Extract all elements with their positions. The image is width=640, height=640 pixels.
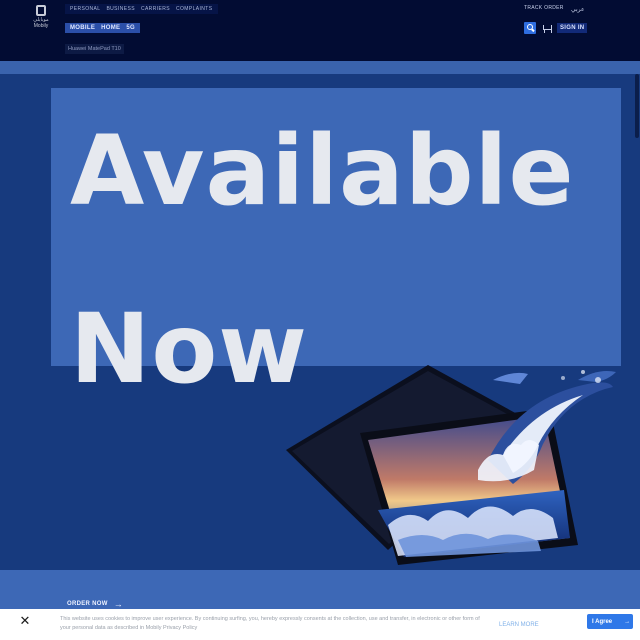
- language-switch[interactable]: عربي: [571, 6, 585, 13]
- arrow-right-icon: →: [113, 599, 124, 609]
- agree-button[interactable]: I Agree →: [587, 614, 633, 629]
- top-nav: PERSONAL BUSINESS CARRIERS COMPLAINTS: [65, 4, 218, 14]
- cart-icon[interactable]: [542, 24, 552, 32]
- order-now-label: ORDER NOW: [67, 601, 108, 607]
- cookie-message: This website uses cookies to improve use…: [60, 616, 480, 631]
- order-now-link[interactable]: ORDER NOW →: [67, 599, 123, 609]
- sub-nav-mobile[interactable]: MOBILE: [67, 23, 98, 33]
- sub-nav-5g[interactable]: 5G: [123, 23, 138, 33]
- learn-more-link[interactable]: LEARN MORE: [499, 622, 539, 628]
- sign-in-button[interactable]: SIGN IN: [557, 23, 588, 33]
- tablet-whale-image: [286, 365, 616, 565]
- logo-mark-icon: [36, 5, 46, 16]
- top-nav-complaints[interactable]: COMPLAINTS: [173, 4, 216, 14]
- top-nav-carriers[interactable]: CARRIERS: [138, 4, 173, 14]
- logo-english-text: Mobily: [33, 23, 49, 29]
- search-icon[interactable]: [524, 22, 536, 34]
- close-icon[interactable]: ✕: [19, 614, 31, 627]
- page-scrollbar[interactable]: [634, 0, 640, 640]
- sub-nav-home[interactable]: HOME: [98, 23, 123, 33]
- mobily-logo[interactable]: موبايلي Mobily: [30, 5, 52, 33]
- arrow-right-icon: →: [624, 618, 631, 625]
- sub-nav: MOBILE HOME 5G: [65, 23, 140, 33]
- scrollbar-thumb[interactable]: [635, 74, 639, 138]
- agree-label: I Agree: [592, 618, 613, 625]
- track-order-link[interactable]: TRACK ORDER: [524, 5, 564, 11]
- hero-top-band: [0, 61, 640, 74]
- breadcrumb[interactable]: Huawei MatePad T10: [65, 44, 124, 54]
- top-nav-business[interactable]: BUSINESS: [103, 4, 138, 14]
- top-nav-personal[interactable]: PERSONAL: [67, 4, 103, 14]
